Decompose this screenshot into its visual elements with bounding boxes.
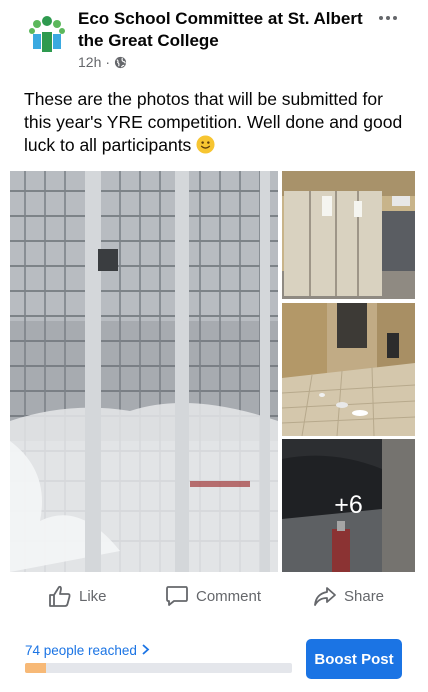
share-label: Share [344, 587, 385, 605]
photo-street-cabinets[interactable] [282, 171, 415, 299]
like-label: Like [79, 587, 107, 605]
post-header: Eco School Committee at St. Albert the G… [0, 0, 428, 78]
comment-bubble-icon [166, 586, 188, 606]
like-button[interactable]: Like [48, 585, 107, 607]
page-name[interactable]: Eco School Committee at St. Albert the G… [78, 8, 378, 52]
meta-separator: · [105, 54, 111, 70]
reach-label: 74 people reached [25, 643, 137, 658]
post-time[interactable]: 12h [78, 54, 101, 70]
comment-label: Comment [196, 587, 262, 605]
photo-wire-cage[interactable] [10, 171, 278, 572]
photo-alley-litter[interactable] [282, 303, 415, 436]
page-avatar[interactable] [24, 10, 70, 56]
more-photos-overlay[interactable]: +6 [282, 439, 415, 572]
share-button[interactable]: Share [313, 585, 384, 607]
reach-progress-bar [25, 663, 292, 673]
post-text: These are the photos that will be submit… [24, 88, 412, 157]
reach-progress-fill [25, 663, 47, 673]
photo-car-bottle[interactable]: +6 [282, 439, 415, 572]
boost-post-button[interactable]: Boost Post [306, 639, 402, 679]
more-options-icon[interactable] [378, 8, 398, 22]
comment-button[interactable]: Comment [165, 585, 261, 607]
photo-grid: +6 [10, 171, 415, 572]
post-meta: 12h · [78, 54, 127, 70]
chevron-right-icon [142, 644, 149, 655]
share-arrow-icon [314, 587, 336, 606]
eco-logo-icon [24, 10, 70, 56]
thumbs-up-icon [49, 585, 71, 607]
smiling-face-emoji [196, 135, 215, 154]
reach-link[interactable]: 74 people reached [25, 643, 151, 658]
globe-icon [114, 56, 127, 68]
